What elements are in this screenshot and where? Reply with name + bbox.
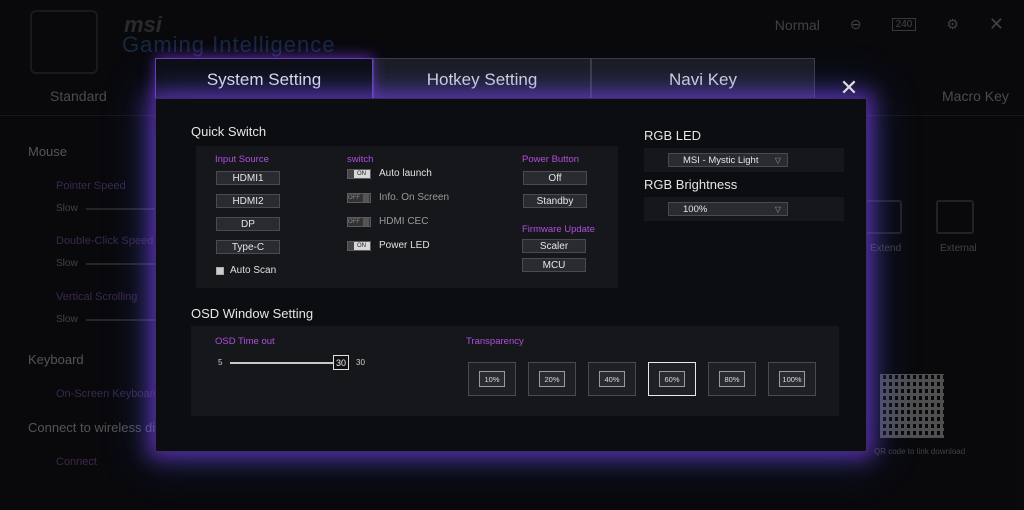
tab-standard[interactable]: Standard: [50, 88, 107, 104]
vertical-scrolling-slider[interactable]: [86, 319, 156, 321]
extend-label: Extend: [870, 243, 902, 254]
external-display-icon[interactable]: [936, 200, 974, 234]
monitor-icon: 20%: [539, 371, 565, 387]
auto-launch-label: Auto launch: [379, 168, 432, 179]
auto-launch-toggle[interactable]: ON: [347, 169, 371, 179]
monitor-icon: 40%: [599, 371, 625, 387]
refresh-rate-badge[interactable]: 240: [891, 18, 917, 31]
transparency-10-button[interactable]: 10%: [468, 362, 516, 396]
pointer-speed-slider[interactable]: [86, 208, 156, 210]
power-led-toggle[interactable]: ON: [347, 241, 371, 251]
app-title: Gaming Intelligence: [122, 32, 336, 57]
rgb-led-title: RGB LED: [644, 128, 702, 143]
hdmi-cec-label: HDMI CEC: [379, 216, 429, 227]
qr-caption: QR code to link download: [874, 447, 966, 456]
monitor-icon: 60%: [659, 371, 685, 387]
mouse-heading: Mouse: [28, 144, 68, 159]
auto-scan-label: Auto Scan: [230, 265, 277, 276]
tab-hotkey-setting[interactable]: Hotkey Setting: [373, 58, 591, 100]
connect-wireless-heading: Connect to wireless disp: [28, 420, 169, 435]
tab-navi-key[interactable]: Navi Key: [591, 58, 815, 100]
transparency-80-button[interactable]: 80%: [708, 362, 756, 396]
power-led-label: Power LED: [379, 240, 430, 251]
transparency-40-button[interactable]: 40%: [588, 362, 636, 396]
input-hdmi1-button[interactable]: HDMI1: [216, 171, 280, 185]
hdmi-cec-toggle[interactable]: OFF: [347, 217, 371, 227]
info-on-screen-label: Info. On Screen: [379, 192, 450, 203]
osd-timeout-max: 30: [356, 358, 365, 367]
mode-label[interactable]: Normal: [775, 17, 820, 33]
extend-display-icon[interactable]: [864, 200, 902, 234]
auto-scan-checkbox[interactable]: [216, 267, 224, 275]
input-source-label: Input Source: [215, 154, 269, 165]
osd-timeout-label: OSD Time out: [215, 336, 275, 347]
info-on-screen-toggle[interactable]: OFF: [347, 193, 371, 203]
qr-code-icon: [880, 374, 944, 438]
connect-label[interactable]: Connect: [56, 456, 97, 468]
monitor-icon: 10%: [479, 371, 505, 387]
top-bar: Normal ⊖ 240 ⚙ ✕: [775, 14, 1004, 35]
slow-label-2: Slow: [56, 258, 78, 269]
pointer-speed-label: Pointer Speed: [56, 180, 126, 192]
transparency-label: Transparency: [466, 336, 524, 347]
transparency-20-button[interactable]: 20%: [528, 362, 576, 396]
osd-timeout-slider-thumb[interactable]: 30: [333, 355, 349, 370]
slow-label: Slow: [56, 203, 78, 214]
chevron-down-icon: ▽: [774, 155, 781, 165]
rgb-brightness-dropdown[interactable]: 100% ▽: [668, 202, 788, 216]
power-standby-button[interactable]: Standby: [523, 194, 587, 208]
firmware-mcu-button[interactable]: MCU: [522, 258, 586, 272]
osd-timeout-slider-track[interactable]: [230, 362, 342, 364]
info-icon[interactable]: ⊖: [850, 16, 862, 33]
chevron-down-icon: ▽: [774, 204, 781, 214]
on-screen-keyboard-label[interactable]: On-Screen Keyboard: [56, 388, 159, 400]
input-hdmi2-button[interactable]: HDMI2: [216, 194, 280, 208]
modal-tab-bar: Hotkey Setting Navi Key System Setting: [155, 58, 867, 100]
close-app-icon[interactable]: ✕: [989, 14, 1004, 35]
firmware-scaler-button[interactable]: Scaler: [522, 239, 586, 253]
app-window: msi Gaming Intelligence Normal ⊖ 240 ⚙ ✕…: [0, 0, 1024, 510]
osd-timeout-min: 5: [218, 358, 223, 367]
switch-label: switch: [347, 154, 374, 165]
keyboard-heading: Keyboard: [28, 352, 84, 367]
input-type-c-button[interactable]: Type-C: [216, 240, 280, 254]
firmware-update-label: Firmware Update: [522, 224, 595, 235]
external-label: External: [940, 243, 977, 254]
transparency-100-button[interactable]: 100%: [768, 362, 816, 396]
rgb-led-dropdown[interactable]: MSI - Mystic Light ▽: [668, 153, 788, 167]
gear-icon[interactable]: ⚙: [946, 16, 959, 33]
osd-window-setting-title: OSD Window Setting: [191, 306, 314, 321]
quick-switch-title: Quick Switch: [191, 124, 267, 139]
monitor-icon: 100%: [779, 371, 805, 387]
slow-label-3: Slow: [56, 314, 78, 325]
power-off-button[interactable]: Off: [523, 171, 587, 185]
monitor-icon: 80%: [719, 371, 745, 387]
app-logo-icon: [30, 10, 98, 74]
double-click-label: Double-Click Speed: [56, 235, 154, 247]
input-dp-button[interactable]: DP: [216, 217, 280, 231]
close-icon[interactable]: ✕: [832, 74, 866, 102]
vertical-scrolling-label: Vertical Scrolling: [56, 291, 138, 303]
tab-macro-key[interactable]: Macro Key: [942, 88, 1009, 104]
rgb-brightness-title: RGB Brightness: [644, 177, 738, 192]
tab-system-setting[interactable]: System Setting: [155, 58, 373, 100]
transparency-60-button[interactable]: 60%: [648, 362, 696, 396]
double-click-slider[interactable]: [86, 263, 156, 265]
power-button-label: Power Button: [522, 154, 580, 165]
